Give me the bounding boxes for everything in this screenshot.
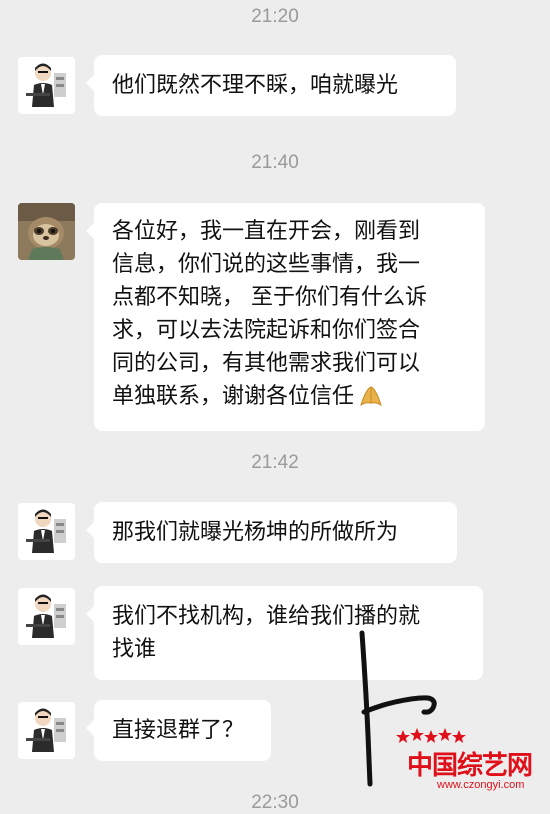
message-line: 我们不找机构，谁给我们播的就 — [112, 604, 421, 629]
timestamp-2140: 21:40 — [251, 152, 299, 173]
watermark-name: 中国综艺网 — [407, 751, 533, 781]
message-line: 信息，你们说的这些事情，我一 — [112, 252, 421, 277]
message-line: 找谁 — [112, 637, 157, 662]
user-avatar-icon[interactable] — [18, 588, 75, 645]
folded-hands-emoji-icon — [358, 384, 384, 417]
timestamp-2120: 21:20 — [251, 6, 299, 27]
message-line: 单独联系，谢谢各位信任 — [112, 384, 355, 409]
message-text: 那我们就曝光杨坤的所做所为 — [112, 520, 399, 545]
timestamp-2142: 21:42 — [251, 452, 299, 473]
message-line: 求，可以去法院起诉和你们签合 — [112, 318, 421, 343]
message-bubble-4[interactable]: 我们不找机构，谁给我们播的就 找谁 — [86, 586, 483, 680]
message-line: 各位好，我一直在开会，刚看到 — [112, 219, 421, 244]
message-text: 直接退群了？ — [112, 718, 245, 743]
sloth-avatar-icon[interactable] — [18, 203, 75, 260]
watermark-url: www.czongyi.com — [437, 779, 525, 791]
message-line: 点都不知晓， 至于你们有什么诉 — [112, 285, 427, 310]
message-text: 他们既然不理不睬，咱就曝光 — [112, 73, 399, 98]
user-avatar-icon[interactable] — [18, 57, 75, 114]
message-line: 同的公司，有其他需求我们可以 — [112, 351, 421, 376]
message-bubble-2[interactable]: 各位好，我一直在开会，刚看到 信息，你们说的这些事情，我一 点都不知晓， 至于你… — [86, 203, 485, 431]
message-bubble-5[interactable]: 直接退群了？ — [86, 700, 271, 761]
user-avatar-icon[interactable] — [18, 503, 75, 560]
watermark-logo: 中国综艺网 www.czongyi.com — [395, 727, 547, 797]
user-avatar-icon[interactable] — [18, 702, 75, 759]
message-bubble-3[interactable]: 那我们就曝光杨坤的所做所为 — [86, 502, 457, 563]
message-bubble-1[interactable]: 他们既然不理不睬，咱就曝光 — [86, 55, 456, 116]
message-line-last: 单独联系，谢谢各位信任 — [112, 380, 467, 417]
